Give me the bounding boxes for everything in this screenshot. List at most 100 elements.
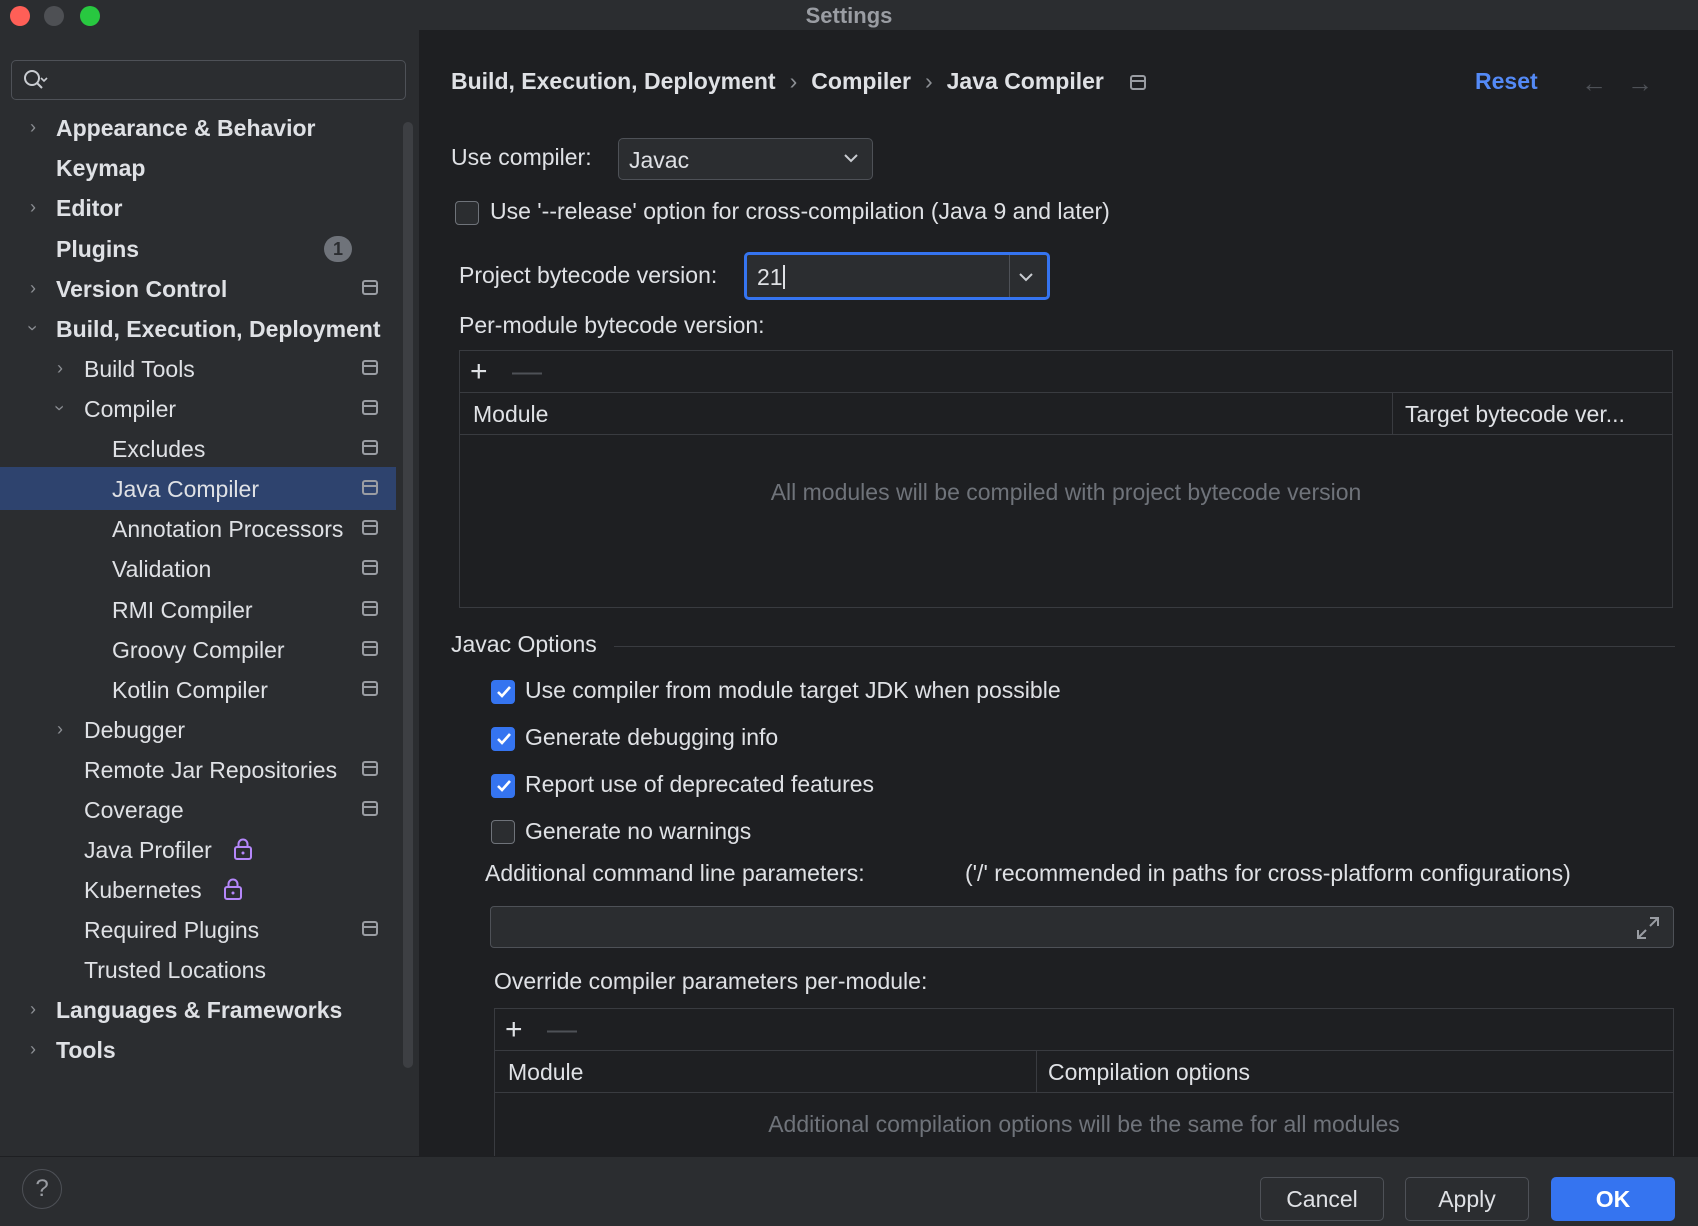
column-header-target-bytecode[interactable]: Target bytecode ver...: [1405, 401, 1625, 428]
expand-icon[interactable]: [1635, 915, 1661, 941]
sidebar-item-label: Plugins: [56, 236, 140, 262]
column-header-compilation-options[interactable]: Compilation options: [1048, 1059, 1250, 1086]
sidebar-item-label: Version Control: [56, 276, 228, 302]
column-header-module[interactable]: Module: [508, 1059, 583, 1086]
sidebar-item-build-tools[interactable]: › Build Tools: [0, 347, 396, 390]
sidebar-item-compiler[interactable]: › Compiler: [0, 387, 396, 430]
sidebar-item-validation[interactable]: Validation: [0, 547, 396, 590]
project-scope-icon: [362, 520, 378, 535]
sidebar-item-appearance-behavior[interactable]: › Appearance & Behavior: [0, 106, 396, 149]
forward-arrow-icon[interactable]: →: [1627, 68, 1653, 99]
sidebar-item-label: Coverage: [84, 797, 184, 823]
chevron-right-icon: ›: [57, 719, 63, 739]
project-bytecode-combobox[interactable]: 21: [744, 252, 1050, 300]
cmdline-params-input[interactable]: [490, 906, 1674, 948]
sidebar-item-label: Keymap: [56, 155, 146, 181]
sidebar-item-trusted-locations[interactable]: Trusted Locations: [0, 948, 396, 991]
column-divider[interactable]: [1036, 1051, 1037, 1092]
sidebar-item-annotation-processors[interactable]: Annotation Processors: [0, 507, 396, 550]
add-module-button[interactable]: +: [470, 355, 488, 389]
table-empty-text: All modules will be compiled with projec…: [770, 479, 1362, 505]
sidebar-item-kotlin-compiler[interactable]: Kotlin Compiler: [0, 668, 396, 711]
project-scope-icon: [362, 641, 378, 656]
project-scope-icon: [362, 761, 378, 776]
sidebar-item-keymap[interactable]: Keymap: [0, 146, 396, 189]
cmdline-params-hint: ('/' recommended in paths for cross-plat…: [965, 860, 1571, 886]
sidebar-item-rmi-compiler[interactable]: RMI Compiler: [0, 588, 396, 631]
chevron-right-icon: ›: [30, 1039, 36, 1059]
chevron-right-icon: ›: [30, 197, 36, 217]
sidebar-item-version-control[interactable]: › Version Control: [0, 267, 396, 310]
title-bar: Settings: [0, 0, 1698, 30]
text-cursor: [782, 265, 785, 289]
remove-override-button[interactable]: —: [547, 1013, 577, 1047]
breadcrumb-item[interactable]: Compiler: [811, 68, 911, 95]
option-checkbox-module-jdk[interactable]: [491, 680, 515, 704]
checkmark-icon: [497, 733, 511, 745]
project-scope-icon: [362, 921, 378, 936]
sidebar-item-label: Editor: [56, 195, 123, 221]
remove-module-button[interactable]: —: [512, 355, 542, 389]
option-checkbox-debugging-info[interactable]: [491, 727, 515, 751]
per-module-bytecode-table: + — Module Target bytecode ver... All mo…: [459, 350, 1673, 608]
sidebar-item-coverage[interactable]: Coverage: [0, 788, 396, 831]
cancel-button[interactable]: Cancel: [1260, 1177, 1384, 1221]
window-title: Settings: [805, 3, 893, 28]
lock-icon: [234, 838, 252, 860]
sidebar-item-tools[interactable]: › Tools: [0, 1028, 396, 1071]
release-option-checkbox[interactable]: [455, 201, 479, 225]
breadcrumb-separator: ›: [924, 68, 933, 94]
sidebar-item-debugger[interactable]: › Debugger: [0, 708, 396, 751]
chevron-down-icon: ›: [23, 325, 43, 331]
checkmark-icon: [497, 780, 511, 792]
chevron-down-icon: ›: [50, 405, 70, 411]
option-label: Generate no warnings: [525, 818, 752, 844]
sidebar-item-label: Groovy Compiler: [112, 637, 285, 663]
sidebar-item-languages-frameworks[interactable]: › Languages & Frameworks: [0, 988, 396, 1031]
sidebar-item-build-execution-deployment[interactable]: › Build, Execution, Deployment: [0, 307, 396, 350]
chevron-down-icon[interactable]: [1017, 268, 1035, 286]
sidebar-item-excludes[interactable]: Excludes: [0, 427, 396, 470]
chevron-right-icon: ›: [30, 999, 36, 1019]
project-scope-icon: [362, 280, 378, 295]
ok-button[interactable]: OK: [1551, 1177, 1675, 1221]
group-divider: [614, 646, 1675, 647]
sidebar-item-label: Build, Execution, Deployment: [56, 316, 381, 342]
breadcrumb-item-current: Java Compiler: [946, 68, 1104, 94]
sidebar-item-groovy-compiler[interactable]: Groovy Compiler: [0, 628, 396, 671]
project-bytecode-text: 21: [757, 264, 783, 290]
option-checkbox-no-warnings[interactable]: [491, 820, 515, 844]
settings-window: Settings › Appearance & Behavior Keymap …: [0, 0, 1698, 1226]
sidebar-item-editor[interactable]: › Editor: [0, 186, 396, 229]
lock-icon: [224, 878, 242, 900]
sidebar-item-label: Kotlin Compiler: [112, 677, 268, 703]
sidebar-item-kubernetes[interactable]: Kubernetes: [0, 868, 396, 911]
checkmark-icon: [497, 686, 511, 698]
column-header-module[interactable]: Module: [473, 401, 548, 428]
sidebar-scrollbar[interactable]: [403, 122, 413, 1068]
sidebar-item-required-plugins[interactable]: Required Plugins: [0, 908, 396, 951]
sidebar-item-java-profiler[interactable]: Java Profiler: [0, 828, 396, 871]
table-header: Module Target bytecode ver...: [460, 393, 1672, 435]
breadcrumb-item[interactable]: Build, Execution, Deployment: [451, 68, 776, 95]
add-override-button[interactable]: +: [505, 1013, 523, 1047]
table-toolbar: + —: [460, 351, 1672, 393]
reset-link[interactable]: Reset: [1475, 68, 1538, 95]
apply-button[interactable]: Apply: [1405, 1177, 1529, 1221]
settings-sidebar: › Appearance & Behavior Keymap › Editor …: [0, 30, 420, 1156]
sidebar-item-label: RMI Compiler: [112, 597, 253, 623]
help-button[interactable]: ?: [22, 1169, 62, 1209]
sidebar-item-remote-jar-repositories[interactable]: Remote Jar Repositories: [0, 748, 396, 791]
release-option-label: Use '--release' option for cross-compila…: [490, 198, 1110, 224]
back-arrow-icon[interactable]: ←: [1581, 68, 1607, 99]
option-checkbox-deprecated[interactable]: [491, 774, 515, 798]
sidebar-item-java-compiler[interactable]: Java Compiler: [0, 467, 396, 510]
project-scope-icon: [362, 440, 378, 455]
sidebar-item-plugins[interactable]: Plugins 1: [0, 227, 396, 270]
sidebar-item-label: Debugger: [84, 717, 186, 743]
search-input[interactable]: [11, 60, 406, 100]
sidebar-item-label: Compiler: [84, 396, 177, 422]
column-divider[interactable]: [1392, 393, 1393, 434]
compiler-select[interactable]: Javac: [618, 138, 873, 180]
project-bytecode-value: 21: [757, 264, 785, 291]
